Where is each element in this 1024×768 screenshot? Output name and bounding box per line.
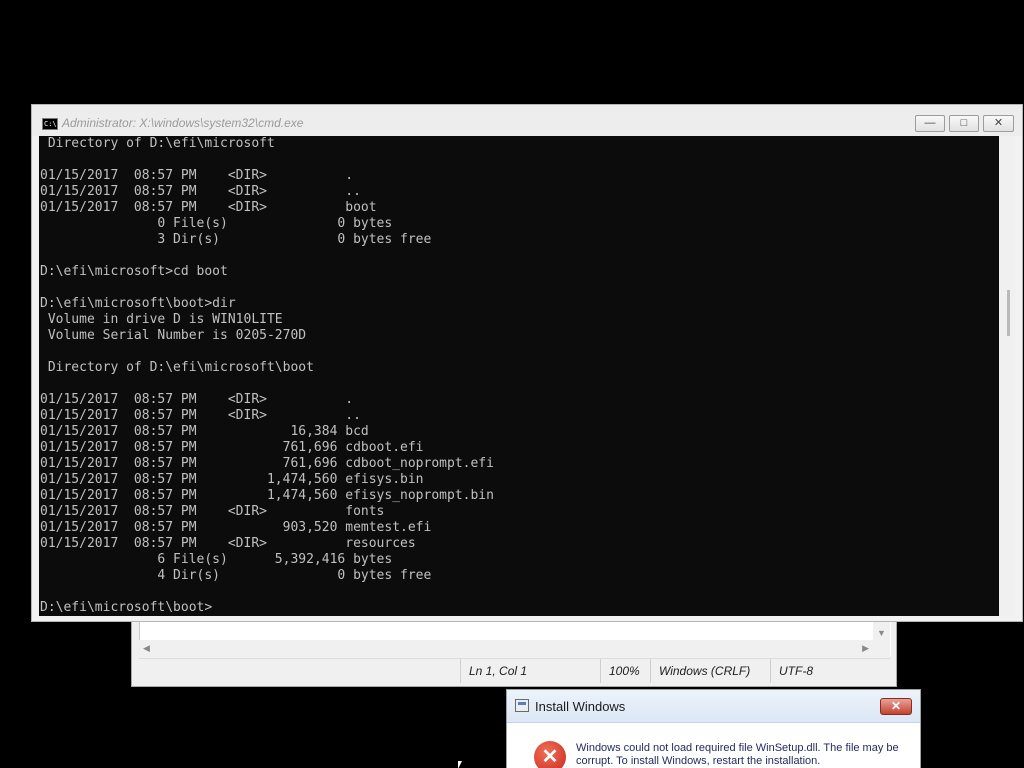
- cmd-app-icon[interactable]: C:\: [42, 118, 58, 130]
- scroll-down-arrow-icon[interactable]: ▼: [877, 628, 886, 638]
- console-text[interactable]: Directory of D:\efi\microsoft 01/15/2017…: [40, 136, 494, 616]
- console-line: 01/15/2017 08:57 PM <DIR> ..: [40, 408, 361, 423]
- desktop: ▼ ◀ ▶ Ln 1, Col 1 100% Windows (CRLF) UT…: [0, 0, 1024, 768]
- console-line: Directory of D:\efi\microsoft: [40, 136, 275, 151]
- console-line: D:\efi\microsoft\boot>dir: [40, 296, 236, 311]
- console-line: 01/15/2017 08:57 PM 1,474,560 efisys.bin: [40, 472, 424, 487]
- console-line: 6 File(s) 5,392,416 bytes: [40, 552, 393, 567]
- setup-window-icon: [515, 699, 529, 712]
- scroll-right-arrow-icon[interactable]: ▶: [862, 643, 869, 654]
- console-line: 01/15/2017 08:57 PM 761,696 cdboot.efi: [40, 440, 424, 455]
- console-line: 01/15/2017 08:57 PM <DIR> .: [40, 168, 354, 183]
- console-line: 01/15/2017 08:57 PM <DIR> ..: [40, 184, 361, 199]
- notepad-vertical-scrollbar[interactable]: ▼: [873, 618, 890, 656]
- console-line: 01/15/2017 08:57 PM 903,520 memtest.efi: [40, 520, 432, 535]
- console-line: D:\efi\microsoft>cd boot: [40, 264, 228, 279]
- console-output[interactable]: Directory of D:\efi\microsoft 01/15/2017…: [39, 136, 999, 616]
- status-line-ending: Windows (CRLF): [650, 659, 770, 683]
- cmd-vertical-scrollbar[interactable]: [999, 136, 1015, 616]
- cmd-window-title: Administrator: X:\windows\system32\cmd.e…: [62, 116, 304, 130]
- console-line: 01/15/2017 08:57 PM <DIR> resources: [40, 536, 416, 551]
- notepad-window: ▼ ◀ ▶ Ln 1, Col 1 100% Windows (CRLF) UT…: [131, 617, 897, 687]
- console-line: 3 Dir(s) 0 bytes free: [40, 232, 432, 247]
- close-button[interactable]: ✕: [983, 115, 1014, 132]
- console-line: 01/15/2017 08:57 PM 761,696 cdboot_nopro…: [40, 456, 494, 471]
- status-cursor-position: Ln 1, Col 1: [460, 659, 600, 683]
- dialog-message: Windows could not load required file Win…: [576, 742, 899, 767]
- status-encoding: UTF-8: [770, 659, 890, 683]
- console-line: 01/15/2017 08:57 PM <DIR> fonts: [40, 504, 385, 519]
- console-line: 01/15/2017 08:57 PM 16,384 bcd: [40, 424, 369, 439]
- dialog-close-button[interactable]: ✕: [880, 698, 912, 715]
- console-line: Volume Serial Number is 0205-270D: [40, 328, 307, 343]
- console-line: 01/15/2017 08:57 PM <DIR> boot: [40, 200, 377, 215]
- notepad-horizontal-scrollbar[interactable]: ◀ ▶: [139, 640, 873, 657]
- cmd-title-bar[interactable]: C:\ Administrator: X:\windows\system32\c…: [32, 105, 1022, 136]
- maximize-button[interactable]: □: [949, 115, 979, 132]
- console-line: Volume in drive D is WIN10LITE: [40, 312, 283, 327]
- console-line: 0 File(s) 0 bytes: [40, 216, 393, 231]
- console-line: D:\efi\microsoft\boot>: [40, 600, 213, 615]
- scroll-left-arrow-icon[interactable]: ◀: [143, 643, 150, 654]
- cmd-window: C:\ Administrator: X:\windows\system32\c…: [31, 104, 1023, 622]
- console-line: 01/15/2017 08:57 PM <DIR> .: [40, 392, 354, 407]
- notepad-status-bar: Ln 1, Col 1 100% Windows (CRLF) UTF-8: [139, 658, 890, 683]
- cmd-scrollbar-thumb[interactable]: [1007, 290, 1010, 336]
- minimize-button[interactable]: —: [915, 115, 945, 132]
- error-icon: ✕: [534, 741, 566, 768]
- console-line: 4 Dir(s) 0 bytes free: [40, 568, 432, 583]
- dialog-title-bar[interactable]: Install Windows ✕: [507, 690, 920, 723]
- dialog-title: Install Windows: [535, 699, 626, 714]
- console-line: 01/15/2017 08:57 PM 1,474,560 efisys_nop…: [40, 488, 494, 503]
- mouse-pointer-icon: [458, 761, 462, 768]
- console-line: Directory of D:\efi\microsoft\boot: [40, 360, 314, 375]
- status-zoom: 100%: [600, 659, 650, 683]
- install-windows-dialog: Install Windows ✕ ✕ Windows could not lo…: [506, 689, 921, 768]
